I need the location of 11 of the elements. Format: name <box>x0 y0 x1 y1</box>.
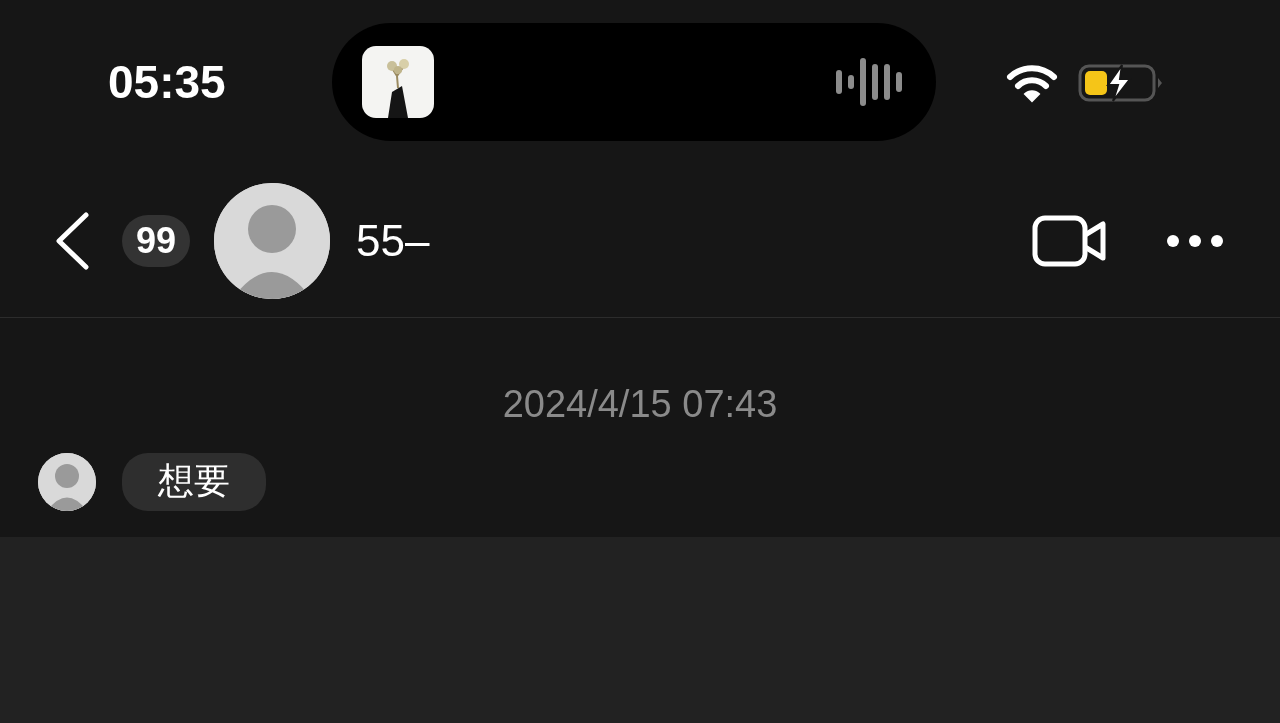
video-call-icon[interactable] <box>1032 215 1106 267</box>
battery-charging-icon <box>1078 62 1162 103</box>
status-time: 05:35 <box>108 55 227 110</box>
message-timestamp: 2024/4/15 07:43 <box>502 382 778 427</box>
wifi-icon <box>1006 62 1058 103</box>
contact-name: 55– <box>356 215 430 267</box>
back-icon[interactable] <box>54 211 90 271</box>
message-bubble: 想要 <box>122 453 266 511</box>
sender-avatar[interactable] <box>38 453 96 511</box>
unread-count: 99 <box>122 215 191 267</box>
more-icon[interactable] <box>1166 234 1224 248</box>
